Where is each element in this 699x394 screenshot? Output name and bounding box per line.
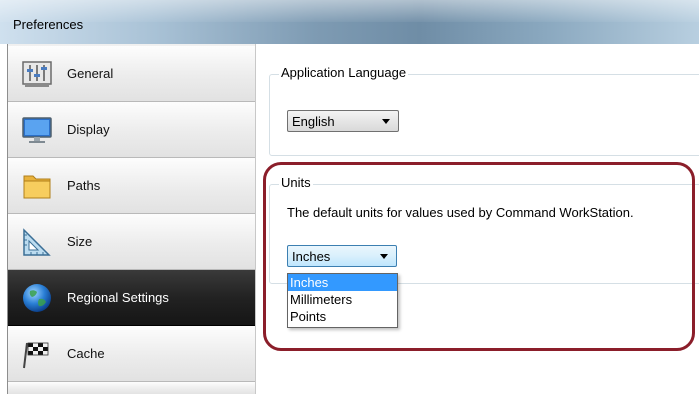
title-bar[interactable]: Preferences xyxy=(0,0,699,44)
sidebar-item-label: Regional Settings xyxy=(67,290,169,305)
units-description: The default units for values used by Com… xyxy=(287,205,634,220)
globe-icon xyxy=(23,284,51,312)
units-option-inches[interactable]: Inches xyxy=(288,274,397,291)
sidebar-item-label: Cache xyxy=(67,346,105,361)
folder-icon xyxy=(23,175,51,199)
chevron-down-icon xyxy=(380,254,388,259)
checkered-flag-icon xyxy=(23,342,49,369)
window-title: Preferences xyxy=(13,17,84,32)
sidebar-item-display[interactable]: Display xyxy=(8,102,255,158)
sidebar-item-general[interactable]: General xyxy=(8,46,255,102)
units-select[interactable]: Inches xyxy=(287,245,397,267)
ruler-icon xyxy=(23,228,51,256)
sidebar-item-label: Size xyxy=(67,234,93,249)
units-title: Units xyxy=(279,175,313,190)
preferences-sidebar: General Display Paths Size Regional Sett… xyxy=(7,44,256,394)
sidebar-item-label: Paths xyxy=(67,178,101,193)
sidebar-item-label: General xyxy=(67,66,114,81)
settings-sliders-icon xyxy=(22,61,52,87)
language-select[interactable]: English xyxy=(287,110,399,132)
monitor-icon xyxy=(22,117,52,143)
units-option-points[interactable]: Points xyxy=(288,308,397,325)
language-select-value: English xyxy=(292,114,335,129)
application-language-title: Application Language xyxy=(279,65,409,80)
sidebar-item-cache[interactable]: Cache xyxy=(8,326,255,382)
chevron-down-icon xyxy=(382,119,390,124)
units-option-millimeters[interactable]: Millimeters xyxy=(288,291,397,308)
sidebar-item-regional-settings[interactable]: Regional Settings xyxy=(8,270,255,326)
sidebar-item-paths[interactable]: Paths xyxy=(8,158,255,214)
units-group xyxy=(269,184,699,284)
sidebar-item-partial[interactable] xyxy=(8,382,255,394)
sidebar-item-label: Display xyxy=(67,122,110,137)
sidebar-item-size[interactable]: Size xyxy=(8,214,255,270)
units-dropdown-list: Inches Millimeters Points xyxy=(287,273,398,328)
preferences-window: Preferences General Display Paths Size R… xyxy=(0,0,699,394)
regional-settings-panel: Application Language English Units The d… xyxy=(257,44,699,394)
units-select-value: Inches xyxy=(292,249,331,264)
